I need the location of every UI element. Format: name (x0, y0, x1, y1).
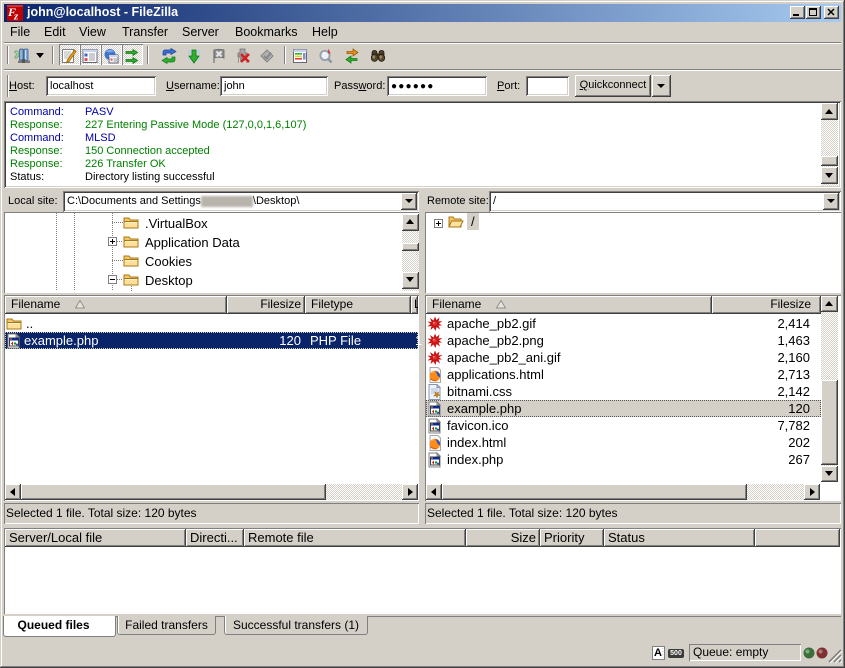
svg-text:z: z (13, 11, 19, 22)
